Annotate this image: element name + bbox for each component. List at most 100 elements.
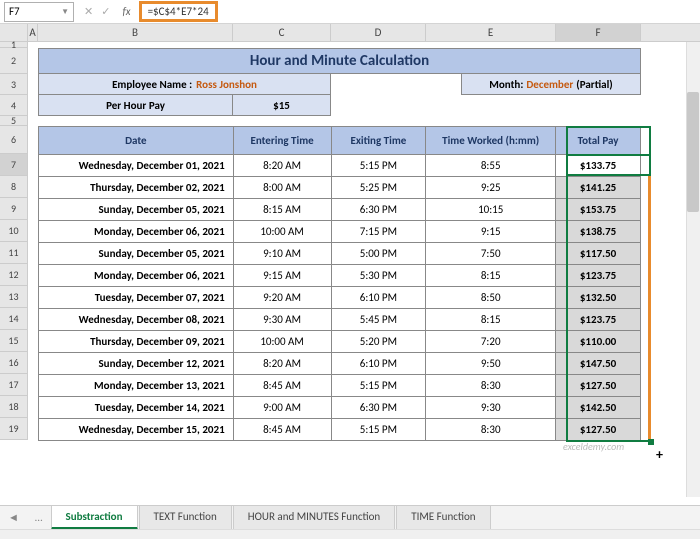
table-row[interactable]: Thursday, December 02, 20218:00 AM5:25 P… xyxy=(39,177,641,199)
cell-exit[interactable]: 7:15 PM xyxy=(331,221,426,243)
cell-pay[interactable]: $127.50 xyxy=(556,375,641,397)
cell-pay[interactable]: $142.50 xyxy=(556,397,641,419)
cell-pay[interactable]: $153.75 xyxy=(556,199,641,221)
cell-date[interactable]: Sunday, December 05, 2021 xyxy=(39,243,234,265)
row-header[interactable]: 2 xyxy=(0,48,28,74)
cell-enter[interactable]: 8:20 AM xyxy=(233,155,331,177)
sheet-tab[interactable]: Substraction xyxy=(51,505,138,530)
cell-enter[interactable]: 9:20 AM xyxy=(233,287,331,309)
cell-worked[interactable]: 10:15 xyxy=(426,199,556,221)
col-header-c[interactable]: C xyxy=(233,24,331,41)
cell-enter[interactable]: 9:15 AM xyxy=(233,265,331,287)
cell-exit[interactable]: 5:15 PM xyxy=(331,419,426,441)
cell-pay[interactable]: $147.50 xyxy=(556,353,641,375)
table-row[interactable]: Monday, December 13, 20218:45 AM5:15 PM8… xyxy=(39,375,641,397)
row-header[interactable]: 19 xyxy=(0,418,28,440)
row-header[interactable]: 13 xyxy=(0,286,28,308)
cell-worked[interactable]: 7:50 xyxy=(426,243,556,265)
tab-more-icon[interactable]: … xyxy=(27,511,51,524)
cell-exit[interactable]: 5:20 PM xyxy=(331,331,426,353)
cell-exit[interactable]: 6:10 PM xyxy=(331,353,426,375)
col-header-f[interactable]: F xyxy=(556,24,641,41)
cell-pay[interactable]: $132.50 xyxy=(556,287,641,309)
cell-enter[interactable]: 8:45 AM xyxy=(233,419,331,441)
cell-exit[interactable]: 5:00 PM xyxy=(331,243,426,265)
cell-enter[interactable]: 10:00 AM xyxy=(233,331,331,353)
cell-date[interactable]: Wednesday, December 01, 2021 xyxy=(39,155,234,177)
table-row[interactable]: Tuesday, December 07, 20219:20 AM6:10 PM… xyxy=(39,287,641,309)
cell-date[interactable]: Wednesday, December 15, 2021 xyxy=(39,419,234,441)
sheet-tab[interactable]: TIME Function xyxy=(396,505,490,530)
scroll-thumb[interactable] xyxy=(687,92,699,212)
table-row[interactable]: Wednesday, December 15, 20218:45 AM5:15 … xyxy=(39,419,641,441)
cell-exit[interactable]: 6:30 PM xyxy=(331,397,426,419)
table-row[interactable]: Wednesday, December 08, 20219:30 AM5:45 … xyxy=(39,309,641,331)
name-box[interactable]: F7 ▼ xyxy=(4,2,74,22)
cell-pay[interactable]: $133.75 xyxy=(556,155,641,177)
row-header[interactable]: 18 xyxy=(0,396,28,418)
cell-exit[interactable]: 5:15 PM xyxy=(331,155,426,177)
table-row[interactable]: Monday, December 06, 202110:00 AM7:15 PM… xyxy=(39,221,641,243)
row-header[interactable]: 12 xyxy=(0,264,28,286)
table-row[interactable]: Sunday, December 05, 20218:15 AM6:30 PM1… xyxy=(39,199,641,221)
col-header-a[interactable]: A xyxy=(28,24,38,41)
row-header[interactable]: 15 xyxy=(0,330,28,352)
fx-icon[interactable]: fx xyxy=(116,5,136,18)
cell-exit[interactable]: 6:30 PM xyxy=(331,199,426,221)
horizontal-scrollbar[interactable] xyxy=(0,529,700,539)
cell-exit[interactable]: 5:25 PM xyxy=(331,177,426,199)
cell-worked[interactable]: 7:20 xyxy=(426,331,556,353)
cell-worked[interactable]: 9:25 xyxy=(426,177,556,199)
row-header[interactable]: 17 xyxy=(0,374,28,396)
sheet-tab[interactable]: HOUR and MINUTES Function xyxy=(233,505,395,530)
col-header-e[interactable]: E xyxy=(426,24,556,41)
table-row[interactable]: Sunday, December 12, 20218:20 AM6:10 PM9… xyxy=(39,353,641,375)
fill-handle[interactable] xyxy=(648,439,654,445)
formula-input[interactable]: =$C$4*E7*24 xyxy=(139,1,218,22)
cell-exit[interactable]: 5:45 PM xyxy=(331,309,426,331)
cell-enter[interactable]: 8:45 AM xyxy=(233,375,331,397)
cell-date[interactable]: Tuesday, December 14, 2021 xyxy=(39,397,234,419)
cell-date[interactable]: Sunday, December 12, 2021 xyxy=(39,353,234,375)
cell-pay[interactable]: $138.75 xyxy=(556,221,641,243)
row-header[interactable]: 3 xyxy=(0,74,28,95)
cell-pay[interactable]: $110.00 xyxy=(556,331,641,353)
row-header[interactable]: 11 xyxy=(0,242,28,264)
cell-worked[interactable]: 9:15 xyxy=(426,221,556,243)
table-row[interactable]: Monday, December 06, 20219:15 AM5:30 PM8… xyxy=(39,265,641,287)
cell-date[interactable]: Thursday, December 02, 2021 xyxy=(39,177,234,199)
row-header[interactable]: 4 xyxy=(0,95,28,116)
cell-enter[interactable]: 10:00 AM xyxy=(233,221,331,243)
cell-exit[interactable]: 5:15 PM xyxy=(331,375,426,397)
cell-pay[interactable]: $123.75 xyxy=(556,309,641,331)
cell-date[interactable]: Wednesday, December 08, 2021 xyxy=(39,309,234,331)
cell-exit[interactable]: 5:30 PM xyxy=(331,265,426,287)
row-header[interactable]: 16 xyxy=(0,352,28,374)
cell-enter[interactable]: 9:00 AM xyxy=(233,397,331,419)
cell-enter[interactable]: 8:00 AM xyxy=(233,177,331,199)
col-header-d[interactable]: D xyxy=(331,24,426,41)
row-header[interactable]: 14 xyxy=(0,308,28,330)
chevron-down-icon[interactable]: ▼ xyxy=(61,7,69,17)
row-header[interactable]: 7 xyxy=(0,154,28,176)
cell-date[interactable]: Sunday, December 05, 2021 xyxy=(39,199,234,221)
row-header[interactable]: 5 xyxy=(0,116,28,126)
cell-date[interactable]: Monday, December 06, 2021 xyxy=(39,221,234,243)
cell-worked[interactable]: 8:55 xyxy=(426,155,556,177)
cell-worked[interactable]: 8:30 xyxy=(426,419,556,441)
cell-worked[interactable]: 8:50 xyxy=(426,287,556,309)
table-row[interactable]: Tuesday, December 14, 20219:00 AM6:30 PM… xyxy=(39,397,641,419)
cell-enter[interactable]: 9:30 AM xyxy=(233,309,331,331)
cell-exit[interactable]: 6:10 PM xyxy=(331,287,426,309)
cell-worked[interactable]: 9:50 xyxy=(426,353,556,375)
row-header[interactable]: 9 xyxy=(0,198,28,220)
cell-enter[interactable]: 9:10 AM xyxy=(233,243,331,265)
enter-icon[interactable]: ✓ xyxy=(101,5,110,18)
cell-date[interactable]: Monday, December 13, 2021 xyxy=(39,375,234,397)
vertical-scrollbar[interactable] xyxy=(686,42,700,497)
table-row[interactable]: Thursday, December 09, 202110:00 AM5:20 … xyxy=(39,331,641,353)
cell-date[interactable]: Thursday, December 09, 2021 xyxy=(39,331,234,353)
row-header[interactable]: 10 xyxy=(0,220,28,242)
cancel-icon[interactable]: ✕ xyxy=(84,5,93,18)
cell-worked[interactable]: 8:15 xyxy=(426,265,556,287)
